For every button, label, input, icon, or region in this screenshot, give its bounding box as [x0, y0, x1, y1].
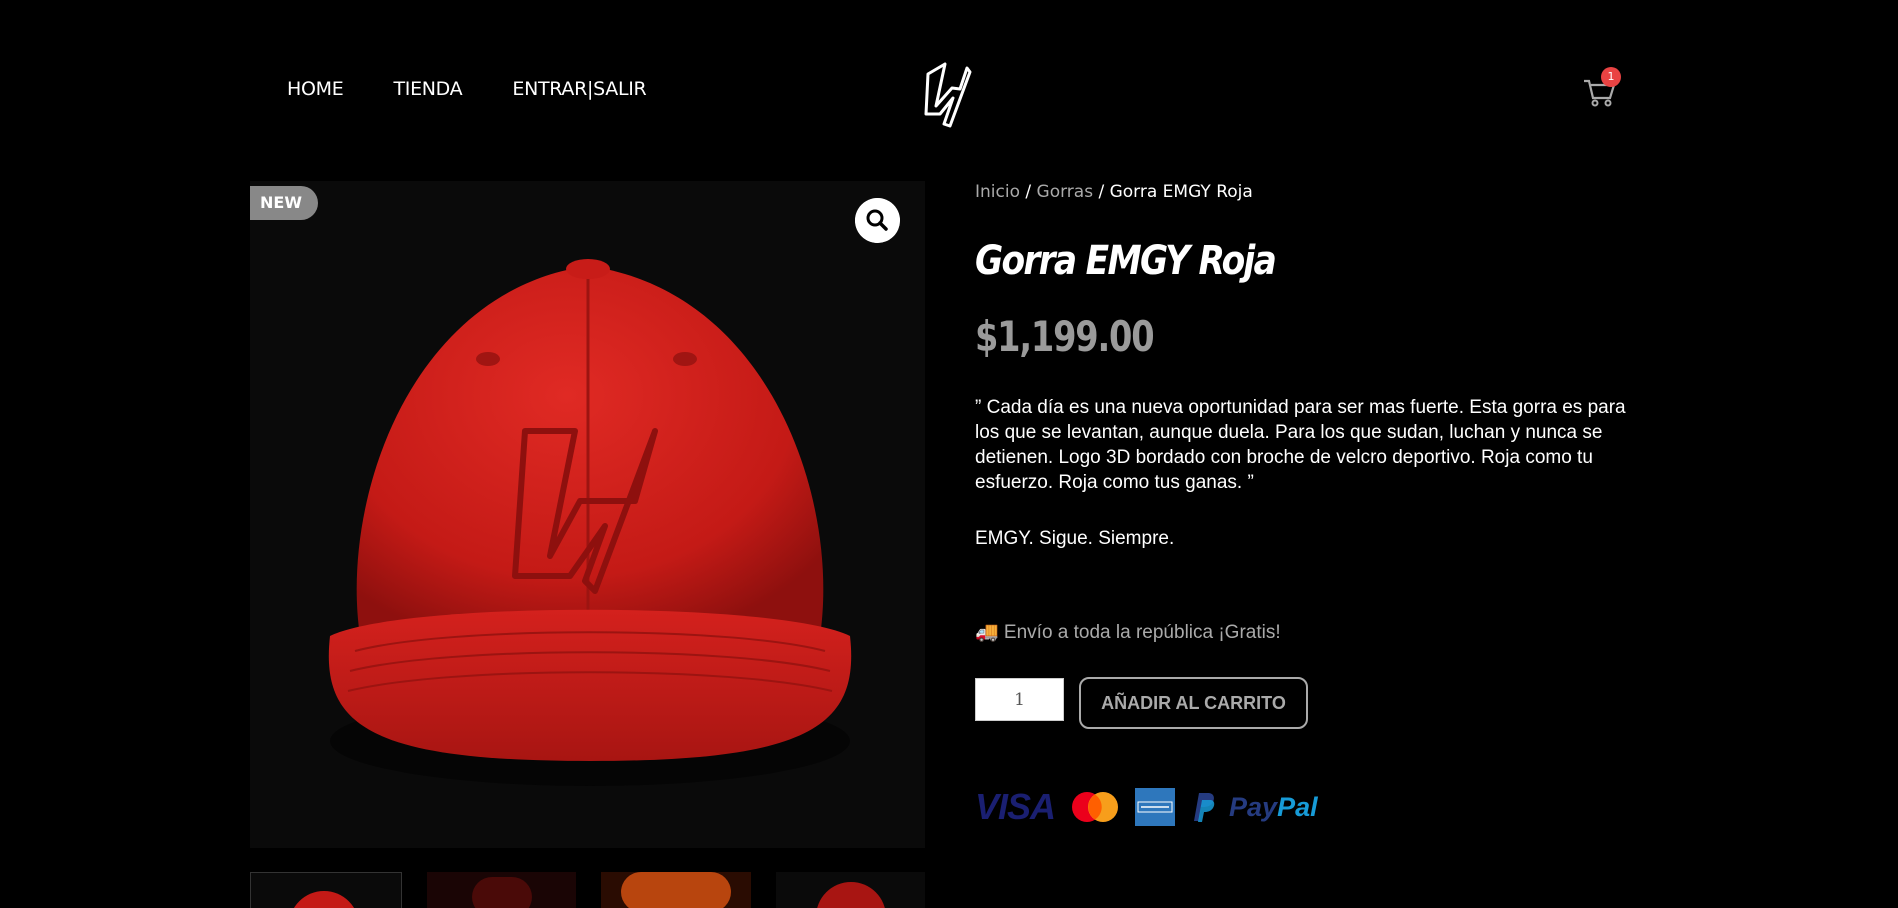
nav-login[interactable]: ENTRAR|SALIR — [512, 78, 646, 100]
thumbnail-2[interactable] — [426, 872, 576, 908]
thumbnail-1[interactable] — [250, 872, 402, 908]
red-cap-image — [328, 259, 852, 786]
breadcrumb-home[interactable]: Inicio — [975, 182, 1020, 202]
new-badge: NEW — [250, 186, 318, 220]
product-price: $1,199.00 — [975, 312, 1155, 361]
main-nav: HOME TIENDA ENTRAR|SALIR — [287, 78, 647, 100]
shipping-note: 🚚 Envío a toda la república ¡Gratis! — [975, 622, 1281, 643]
paypal-icon — [1194, 793, 1215, 822]
product-title: Gorra EMGY Roja — [975, 238, 1277, 284]
amex-icon — [1135, 788, 1176, 826]
site-header: HOME TIENDA ENTRAR|SALIR 1 — [0, 0, 1898, 170]
thumbnail-strip — [250, 872, 925, 908]
paypal-wordmark: PayPal — [1229, 792, 1318, 823]
breadcrumb: Inicio / Gorras / Gorra EMGY Roja — [975, 182, 1253, 202]
thumbnail-3[interactable] — [601, 872, 751, 908]
breadcrumb-separator: / — [1025, 182, 1037, 202]
visa-icon: VISA — [975, 786, 1056, 827]
logo-icon[interactable] — [922, 58, 972, 128]
nav-tienda[interactable]: TIENDA — [393, 78, 462, 100]
nav-home[interactable]: HOME — [287, 78, 344, 100]
zoom-icon[interactable] — [855, 198, 900, 243]
breadcrumb-current: Gorra EMGY Roja — [1109, 182, 1253, 202]
product-image[interactable] — [250, 181, 925, 848]
product-description: ” Cada día es una nueva oportunidad para… — [975, 397, 1626, 493]
paypal-word-pay: Pay — [1229, 791, 1278, 822]
breadcrumb-category[interactable]: Gorras — [1037, 182, 1094, 202]
mastercard-icon — [1072, 792, 1119, 822]
add-to-cart-button[interactable]: AÑADIR AL CARRITO — [1079, 677, 1308, 729]
breadcrumb-separator: / — [1098, 182, 1110, 202]
product-tagline: EMGY. Sigue. Siempre. — [975, 528, 1175, 549]
payment-methods: VISA PayPal — [975, 782, 1318, 832]
paypal-word-pal: Pal — [1277, 791, 1318, 822]
cart-count-badge: 1 — [1601, 67, 1621, 87]
thumbnail-4[interactable] — [775, 872, 925, 908]
quantity-input[interactable] — [975, 678, 1064, 721]
